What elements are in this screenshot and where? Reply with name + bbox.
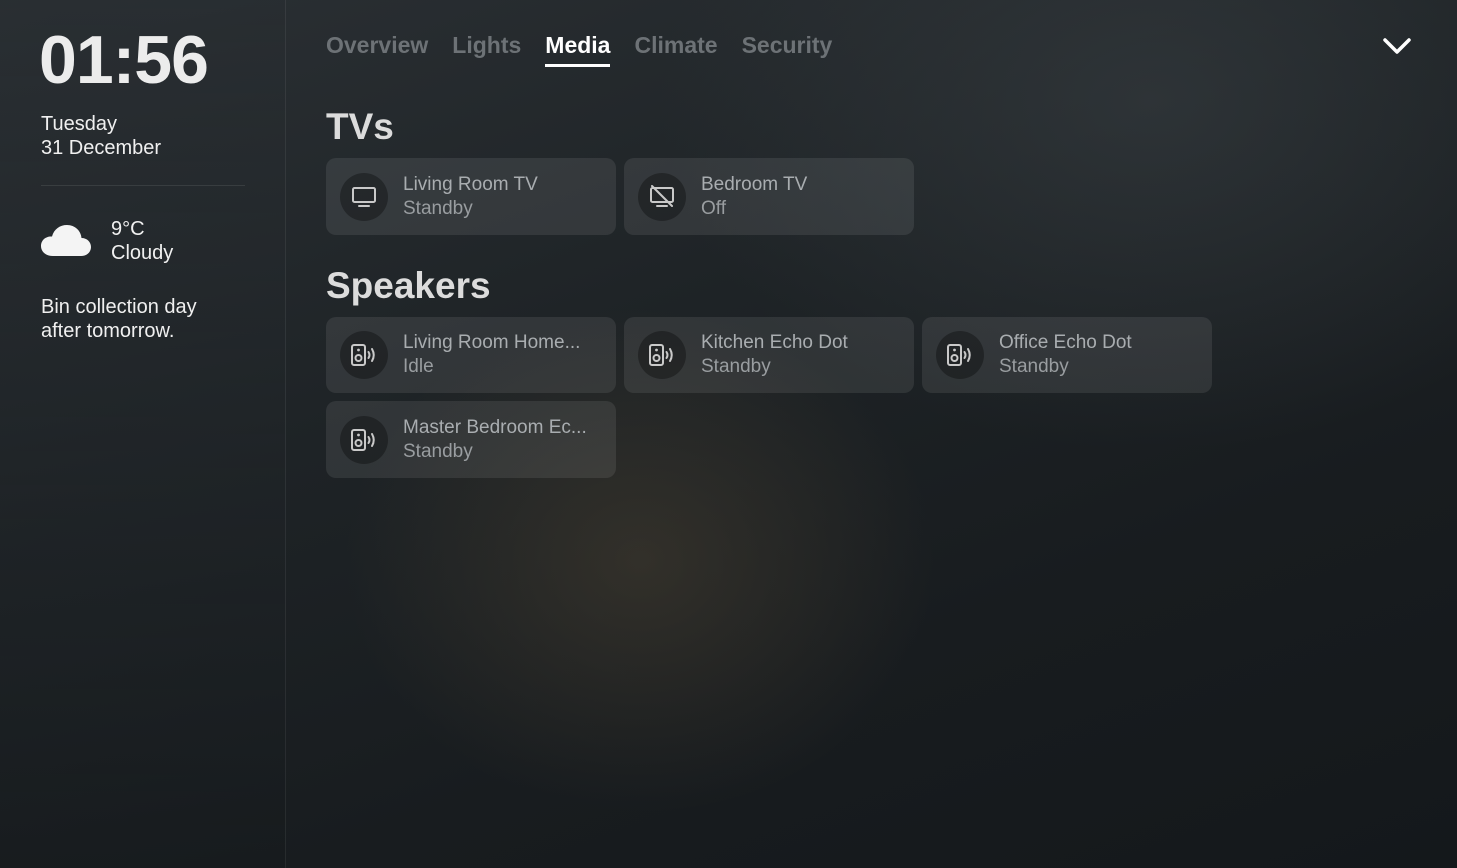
- weather-widget: 9°C Cloudy: [41, 217, 244, 265]
- device-card-living-room-home[interactable]: Living Room Home... Idle: [326, 317, 616, 393]
- speaker-icon: [340, 331, 388, 379]
- speaker-icon: [340, 415, 388, 464]
- temperature: 9°C: [111, 218, 145, 240]
- device-state: Standby: [999, 356, 1069, 377]
- device-card-office-echo-dot[interactable]: Office Echo Dot Standby: [922, 317, 1212, 393]
- day-label: Tuesday: [41, 113, 117, 135]
- device-card-living-room-tv[interactable]: Living Room TV Standby: [326, 158, 616, 235]
- device-name: Living Room TV: [403, 173, 538, 195]
- tab-overview[interactable]: Overview: [326, 30, 428, 67]
- speaker-icon: [638, 331, 686, 379]
- device-name: Office Echo Dot: [999, 332, 1132, 353]
- device-state: Standby: [403, 440, 473, 462]
- device-name: Kitchen Echo Dot: [701, 332, 848, 353]
- sidebar-divider: [41, 185, 245, 186]
- tv-icon: [340, 172, 388, 221]
- device-name: Living Room Home...: [403, 332, 581, 353]
- device-card-master-bedroom-echo[interactable]: Master Bedroom Ec... Standby: [326, 401, 616, 478]
- sidebar: 01:56 Tuesday 31 December 9°C Cloudy Bin…: [0, 0, 286, 868]
- section-title-tvs: TVs: [326, 106, 394, 147]
- tab-media[interactable]: Media: [545, 30, 611, 67]
- tab-bar: Overview Lights Media Climate Security: [326, 30, 832, 67]
- tab-security[interactable]: Security: [742, 30, 833, 67]
- tv-off-icon: [638, 172, 686, 221]
- date-label: 31 December: [41, 137, 162, 159]
- tab-lights[interactable]: Lights: [452, 30, 521, 67]
- device-state: Standby: [701, 356, 771, 377]
- device-state: Idle: [403, 356, 434, 377]
- date-block: Tuesday 31 December: [41, 112, 244, 160]
- device-name: Master Bedroom Ec...: [403, 416, 587, 438]
- section-title-speakers: Speakers: [326, 265, 491, 306]
- clock: 01:56: [39, 22, 209, 98]
- collapse-button[interactable]: [1380, 32, 1414, 60]
- device-card-bedroom-tv[interactable]: Bedroom TV Off: [624, 158, 914, 235]
- chevron-down-icon: [1383, 38, 1411, 54]
- weather-condition: Cloudy: [111, 242, 174, 264]
- device-card-kitchen-echo-dot[interactable]: Kitchen Echo Dot Standby: [624, 317, 914, 393]
- device-state: Off: [701, 197, 726, 219]
- tab-climate[interactable]: Climate: [634, 30, 717, 67]
- speaker-icon: [936, 331, 984, 379]
- device-state: Standby: [403, 197, 473, 219]
- notice-text: Bin collection day after tomorrow.: [41, 296, 197, 342]
- device-name: Bedroom TV: [701, 173, 808, 195]
- cloud-icon: [41, 225, 91, 256]
